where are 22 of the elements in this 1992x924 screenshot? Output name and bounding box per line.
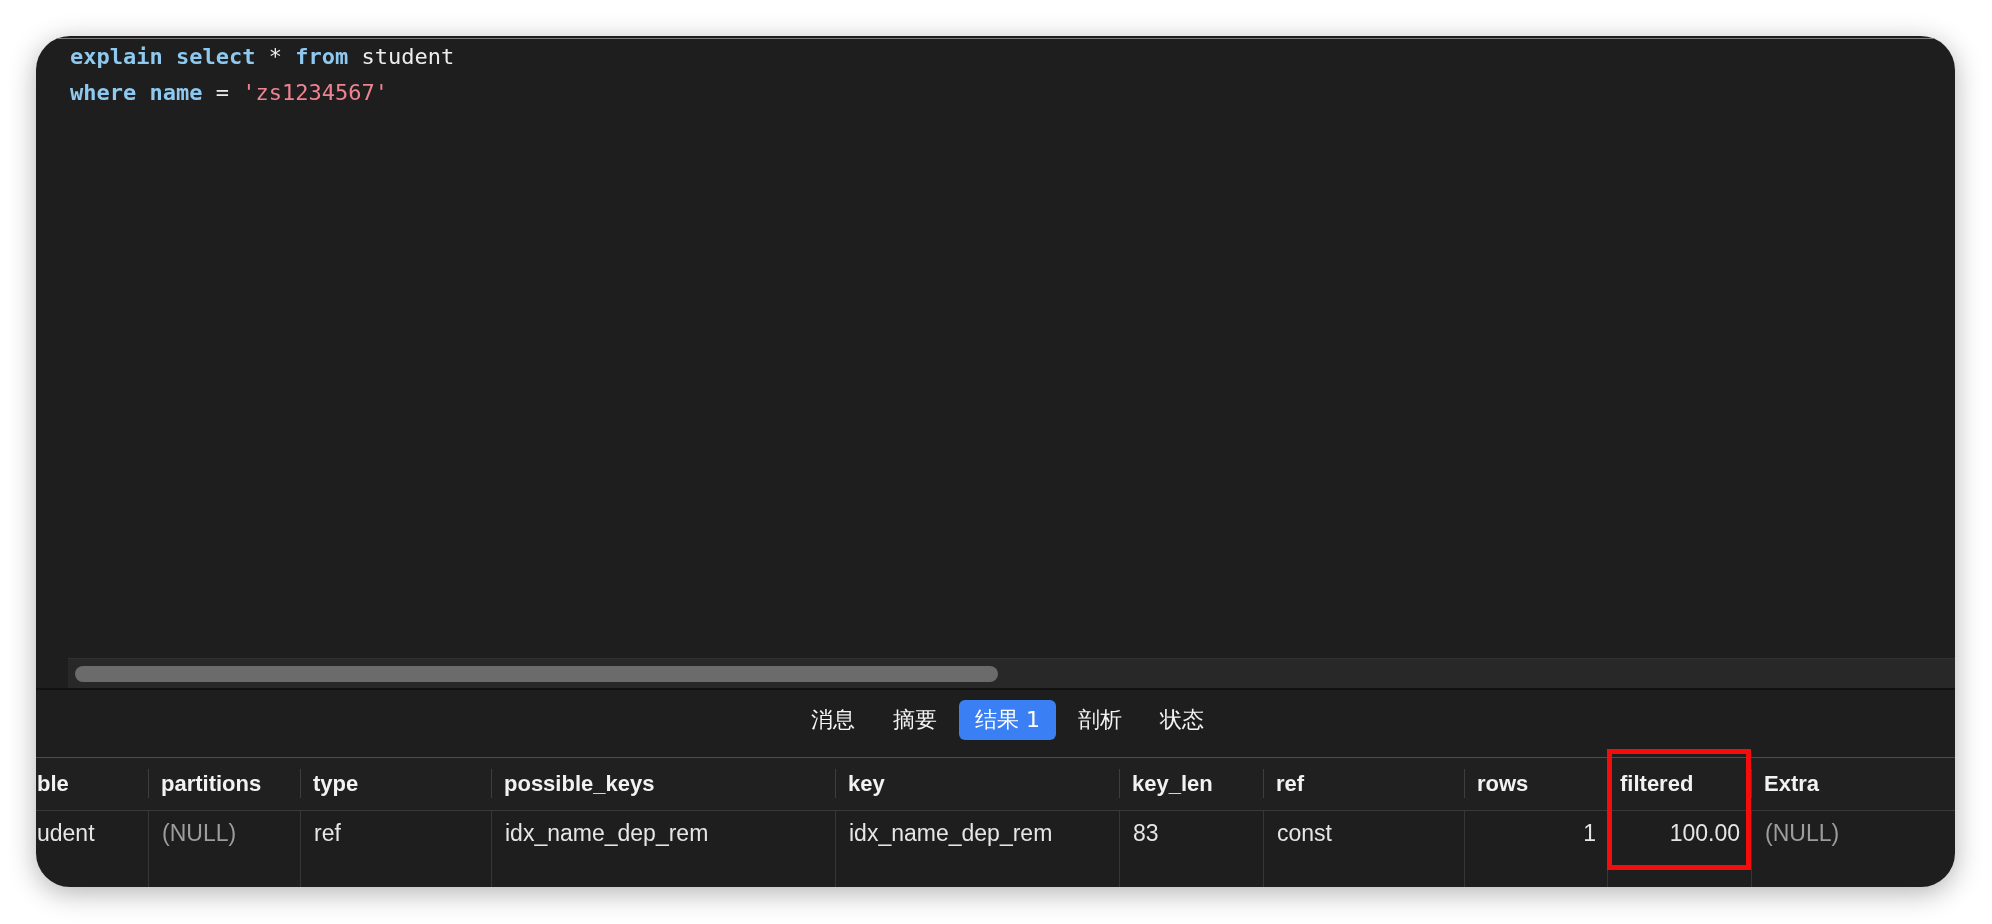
column-header[interactable]: ble [36,758,148,811]
code-line: explain select * from student [70,43,455,71]
column-header[interactable]: Extra [1751,758,1955,811]
table-cell-text: udent [36,819,96,848]
table-cell: 83 [1119,811,1263,887]
code-line: where name = 'zs1234567' [70,79,388,107]
result-tab[interactable]: 消息 [795,700,871,740]
result-tab[interactable]: 摘要 [877,700,953,740]
result-tab[interactable]: 剖析 [1062,700,1138,740]
table-cell: ref [300,811,491,887]
table-cell: idx_name_dep_rem [835,811,1119,887]
table-cell: idx_name_dep_rem [491,811,835,887]
sql-editor[interactable]: explain select * from student where name = 'zs1234567' [36,39,1955,658]
result-tab[interactable]: 结果 1 [959,700,1056,740]
horizontal-scrollbar[interactable] [68,658,1955,688]
table-cell: (NULL) [1751,811,1955,887]
table-cell: const [1263,811,1464,887]
scrollbar-thumb[interactable] [75,666,998,682]
result-tab[interactable]: 状态 [1144,700,1220,740]
table-cell: (NULL) [148,811,300,887]
table-cell: 1 [1464,811,1607,887]
table-cell: 100.00 [1607,811,1751,887]
